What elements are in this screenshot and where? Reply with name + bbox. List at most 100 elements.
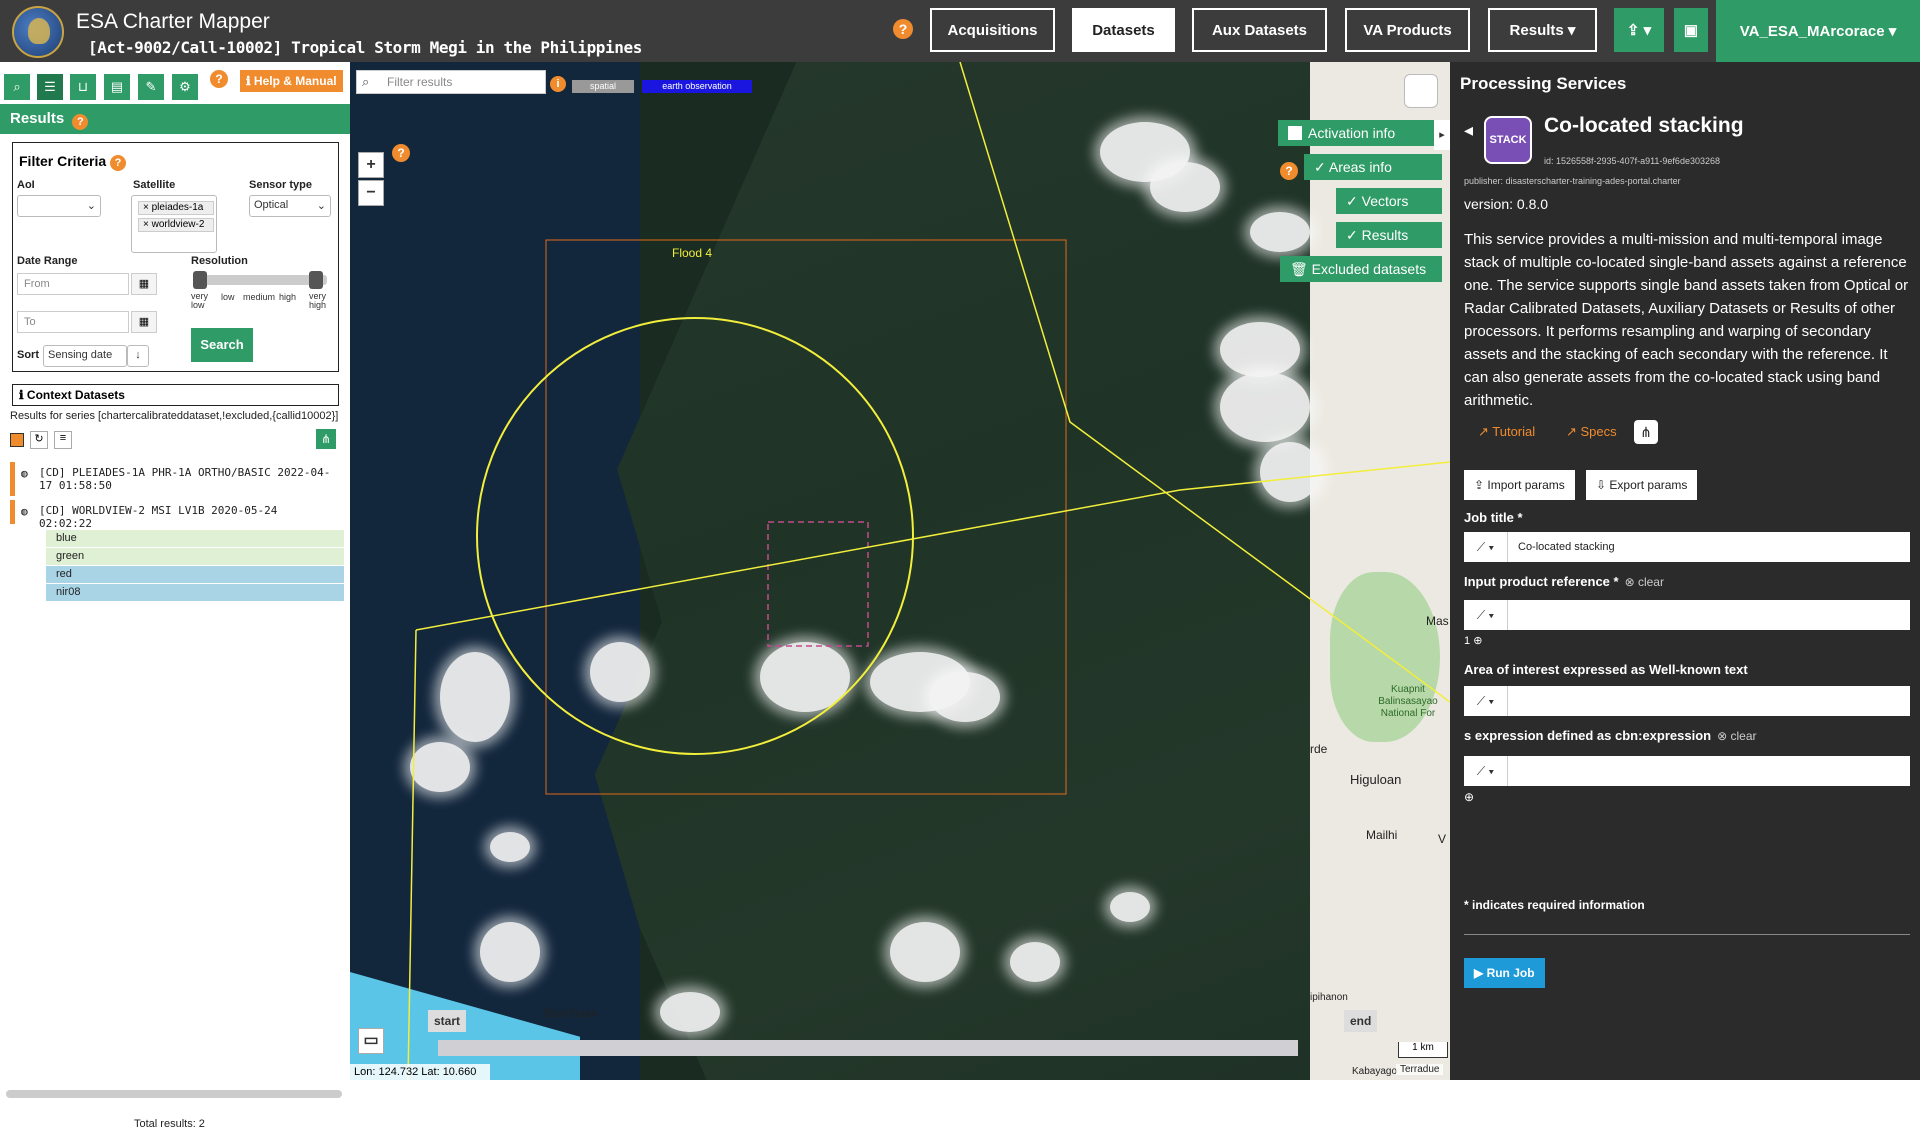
wand-icon[interactable]: ⟋ ▾ bbox=[1464, 686, 1508, 716]
wand-icon[interactable]: ⟋ ▾ bbox=[1464, 532, 1508, 562]
run-job-button[interactable]: ▶ Run Job bbox=[1464, 958, 1545, 988]
upload-button[interactable]: ⇪ ▾ bbox=[1614, 8, 1664, 52]
place-label: V bbox=[1438, 832, 1447, 846]
band-item-blue[interactable]: blue bbox=[46, 530, 344, 547]
archive-icon[interactable]: ▤ bbox=[104, 74, 130, 100]
back-icon[interactable]: ◂ bbox=[1464, 120, 1473, 141]
wand-icon[interactable]: ⟋ ▾ bbox=[1464, 756, 1508, 786]
date-from-input[interactable]: From bbox=[17, 273, 129, 295]
areas-info-toggle[interactable]: ✓ Areas info bbox=[1304, 154, 1442, 180]
help-icon[interactable]: ? bbox=[893, 19, 913, 39]
resolution-min-handle[interactable] bbox=[193, 271, 207, 289]
tab-results[interactable]: Results ▾ bbox=[1488, 8, 1597, 52]
tab-acquisitions[interactable]: Acquisitions bbox=[930, 8, 1055, 52]
results-help-icon[interactable]: ? bbox=[72, 114, 89, 130]
excluded-datasets-toggle[interactable]: 🗑 Excluded datasets bbox=[1280, 256, 1442, 282]
aoi-field[interactable]: ⟋ ▾ bbox=[1464, 686, 1910, 716]
band-item-nir08[interactable]: nir08 bbox=[46, 584, 344, 601]
check-icon[interactable]: ✓ bbox=[1346, 193, 1362, 209]
check-icon[interactable]: ✓ bbox=[1314, 159, 1329, 175]
horizontal-scrollbar[interactable] bbox=[6, 1090, 342, 1098]
import-params-button[interactable]: ⇪ Import params bbox=[1464, 470, 1575, 500]
activation-info-toggle[interactable]: Activation info bbox=[1278, 120, 1442, 146]
select-all-checkbox[interactable] bbox=[10, 433, 24, 447]
esa-charter-logo[interactable] bbox=[12, 6, 64, 58]
external-link-icon: ↗ bbox=[1478, 424, 1493, 439]
dataset-item[interactable]: ◍ [CD] WORLDVIEW-2 MSI LV1B 2020-05-24 0… bbox=[10, 500, 340, 530]
areas-help-icon[interactable]: ? bbox=[1280, 162, 1298, 180]
band-item-red[interactable]: red bbox=[46, 566, 344, 583]
aoi-select[interactable]: ⌄ bbox=[17, 195, 101, 217]
trash-icon[interactable]: 🗑 bbox=[1290, 261, 1312, 277]
upload-icon: ⇪ bbox=[1474, 478, 1488, 492]
sort-select[interactable]: Sensing date bbox=[43, 345, 127, 367]
timeline-end[interactable]: end bbox=[1344, 1010, 1378, 1032]
check-icon[interactable]: ✓ bbox=[1346, 227, 1362, 243]
resolution-slider[interactable] bbox=[197, 275, 327, 285]
pencil-icon[interactable]: ✎ bbox=[138, 74, 164, 100]
map-help-icon[interactable]: ? bbox=[392, 144, 410, 162]
menu-icon[interactable]: ≡ bbox=[54, 431, 72, 449]
input-reference-field[interactable]: ⟋ ▾ bbox=[1464, 600, 1910, 630]
clear-link[interactable]: ⊗ clear bbox=[1625, 575, 1664, 589]
share-icon[interactable]: ⋔ bbox=[1634, 420, 1658, 444]
clear-link[interactable]: ⊗ clear bbox=[1717, 729, 1756, 743]
satellite-chip[interactable]: × pleiades-1a bbox=[138, 201, 214, 215]
dataset-label: [CD] WORLDVIEW-2 MSI LV1B 2020-05-24 02:… bbox=[39, 504, 278, 530]
user-menu[interactable]: VA_ESA_MArcorace ▾ bbox=[1716, 0, 1920, 62]
sort-direction-icon[interactable]: ↓ bbox=[127, 345, 149, 367]
zoom-out-button[interactable]: − bbox=[358, 180, 384, 206]
specs-link[interactable]: ↗ Specs bbox=[1566, 424, 1617, 440]
filter-pill-spatial[interactable]: spatial bbox=[572, 80, 634, 93]
checkbox-icon[interactable] bbox=[1288, 126, 1302, 140]
tutorial-link[interactable]: ↗ Tutorial bbox=[1478, 424, 1535, 440]
service-version: version: 0.8.0 bbox=[1464, 196, 1549, 212]
basket-icon[interactable]: ⊔ bbox=[70, 74, 96, 100]
filter-help-icon[interactable]: ? bbox=[110, 155, 127, 171]
job-title-field[interactable]: ⟋ ▾ Co-located stacking bbox=[1464, 532, 1910, 562]
tab-aux-datasets[interactable]: Aux Datasets bbox=[1192, 8, 1327, 52]
resolution-max-handle[interactable] bbox=[309, 271, 323, 289]
filter-pill-eo[interactable]: earth observation bbox=[642, 80, 752, 93]
refresh-icon[interactable]: ↻ bbox=[30, 431, 48, 449]
collapse-right-panel-icon[interactable]: ▸ bbox=[1434, 120, 1450, 150]
expression-field[interactable]: ⟋ ▾ bbox=[1464, 756, 1910, 786]
timeline-start[interactable]: start bbox=[428, 1010, 467, 1032]
export-params-button[interactable]: ⇩ Export params bbox=[1586, 470, 1698, 500]
tab-datasets[interactable]: Datasets bbox=[1072, 8, 1175, 52]
draw-box-icon[interactable]: ▭ bbox=[358, 1028, 384, 1054]
map-attribution[interactable]: Terradue bbox=[1396, 1064, 1444, 1075]
layers-icon[interactable] bbox=[1404, 74, 1438, 108]
zoom-in-button[interactable]: + bbox=[358, 152, 384, 178]
wand-icon[interactable]: ⟋ ▾ bbox=[1464, 600, 1508, 630]
satellite-select[interactable]: × pleiades-1a × worldview-2 bbox=[131, 195, 217, 253]
calendar-icon[interactable]: ▦ bbox=[131, 311, 157, 333]
add-icon[interactable]: ⊕ bbox=[1473, 635, 1482, 647]
map-view[interactable]: Flood 4 Filter results ⌕ i spatial earth… bbox=[350, 62, 1450, 1080]
tab-va-products[interactable]: VA Products bbox=[1345, 8, 1470, 52]
share-icon[interactable]: ⋔ bbox=[316, 429, 336, 449]
timeline-bar[interactable] bbox=[438, 1040, 1298, 1056]
gear-icon[interactable]: ⚙ bbox=[172, 74, 198, 100]
expression-label: s expression defined as cbn:expression ⊗ … bbox=[1464, 728, 1757, 743]
results-toggle[interactable]: ✓ Results bbox=[1336, 222, 1442, 248]
map-filter-input[interactable]: Filter results bbox=[356, 70, 546, 94]
add-icon[interactable]: ⊕ bbox=[1464, 790, 1474, 804]
filter-help-icon[interactable]: i bbox=[550, 76, 566, 92]
briefcase-button[interactable]: ▣ bbox=[1674, 8, 1708, 52]
dataset-item[interactable]: ◍ [CD] PLEIADES-1A PHR-1A ORTHO/BASIC 20… bbox=[10, 462, 340, 496]
panel-title: Processing Services bbox=[1460, 74, 1627, 93]
vectors-toggle[interactable]: ✓ Vectors bbox=[1336, 188, 1442, 214]
date-to-input[interactable]: To bbox=[17, 311, 129, 333]
sensor-type-select[interactable]: Optical ⌄ bbox=[249, 195, 331, 217]
satellite-chip[interactable]: × worldview-2 bbox=[138, 218, 214, 232]
toolbar-help-icon[interactable]: ? bbox=[210, 70, 228, 88]
search-button[interactable]: Search bbox=[191, 328, 253, 362]
series-text: Results for series [chartercalibrateddat… bbox=[10, 410, 339, 422]
search-icon[interactable]: ⌕ bbox=[4, 74, 30, 100]
help-manual-button[interactable]: ℹ Help & Manual bbox=[240, 70, 343, 92]
app-title: ESA Charter Mapper bbox=[76, 10, 270, 33]
calendar-icon[interactable]: ▦ bbox=[131, 273, 157, 295]
band-item-green[interactable]: green bbox=[46, 548, 344, 565]
list-icon[interactable]: ☰ bbox=[37, 74, 63, 100]
